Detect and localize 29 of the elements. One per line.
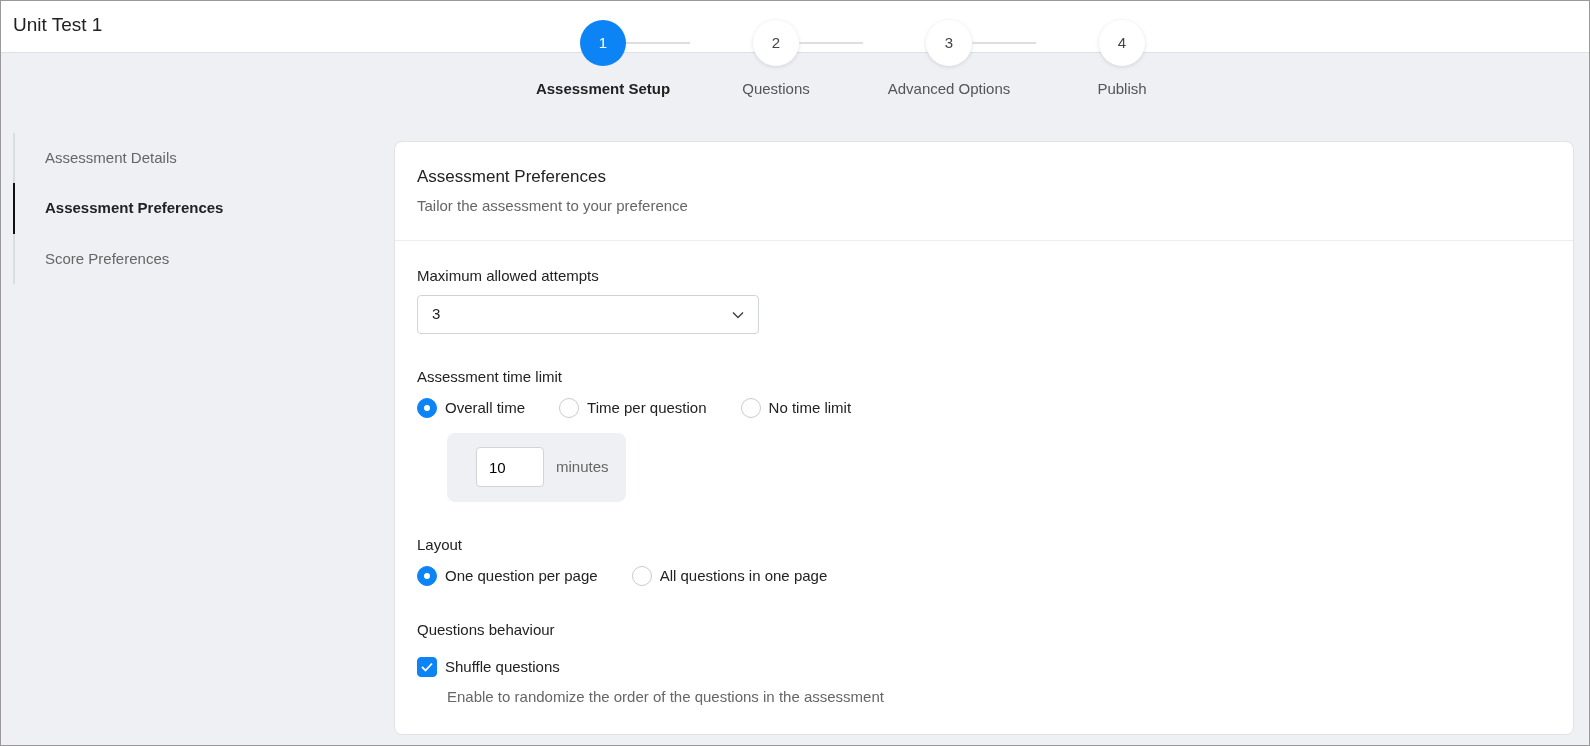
attempts-dropdown[interactable]: 3 (417, 295, 759, 334)
step-number[interactable]: 4 (1099, 20, 1145, 66)
help-text: Enable to randomize the order of the questions in the assessment (447, 687, 885, 707)
step-number[interactable]: 3 (926, 20, 972, 66)
minutes-input[interactable]: 10 (476, 447, 544, 487)
checkbox-option[interactable]: Shuffle questions (417, 655, 1551, 678)
sidebar-item[interactable]: Assessment Details (13, 132, 394, 183)
step-label[interactable]: Assessment Setup (535, 78, 671, 101)
field-label: Layout (417, 535, 464, 555)
step-number[interactable]: 1 (580, 20, 626, 66)
radio-option[interactable]: One question per page (417, 564, 598, 587)
checkmark-icon (421, 661, 433, 672)
radio-option[interactable]: All questions in one page (631, 564, 828, 587)
field-label: Assessment time limit (417, 367, 564, 387)
radio-option[interactable]: Time per question (559, 396, 707, 419)
sidebar-item[interactable]: Score Preferences (13, 233, 394, 284)
step-label[interactable]: Advanced Options (887, 78, 1011, 101)
field-label: Questions behaviour (417, 620, 556, 640)
card-title: Assessment Preferences (417, 165, 607, 188)
step-label[interactable]: Questions (742, 78, 810, 101)
chevron-down-icon (732, 310, 744, 319)
field-label: Maximum allowed attempts (417, 265, 600, 286)
window-title: Unit Test 1 (13, 13, 104, 37)
radio-option[interactable]: Overall time (417, 396, 526, 419)
radio-option[interactable]: No time limit (740, 396, 852, 419)
card-subtitle: Tailor the assessment to your preference (417, 196, 689, 216)
unit-label: minutes (556, 456, 609, 477)
step-label[interactable]: Publish (1097, 78, 1147, 101)
step-number[interactable]: 2 (753, 20, 799, 66)
